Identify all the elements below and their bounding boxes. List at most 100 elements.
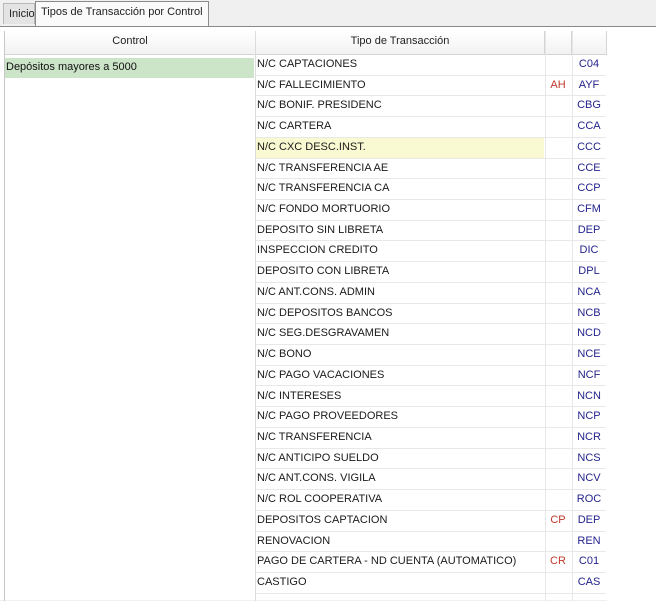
code-cell[interactable]: C01: [573, 552, 605, 572]
code-cell[interactable]: NCB: [573, 304, 605, 324]
flag-cell[interactable]: [545, 179, 571, 199]
tipo-cell[interactable]: PAGO DE CARTERA - ND CUENTA (AUTOMATICO): [256, 552, 544, 572]
tipo-cell[interactable]: N/C CAPTACIONES: [256, 55, 544, 75]
flag-cell[interactable]: [545, 241, 571, 261]
table-row[interactable]: N/C TRANSFERENCIA AE CCE: [256, 159, 606, 180]
flag-cell[interactable]: [545, 117, 571, 137]
table-row[interactable]: RENOVACION REN: [256, 532, 606, 553]
code-cell[interactable]: NCA: [573, 283, 605, 303]
code-cell[interactable]: NCP: [573, 407, 605, 427]
table-row[interactable]: N/C ANT.CONS. ADMIN NCA: [256, 283, 606, 304]
tipo-cell[interactable]: RENOVACION: [256, 532, 544, 552]
flag-cell[interactable]: [545, 304, 571, 324]
table-row[interactable]: N/C FONDO MORTUORIO CFM: [256, 200, 606, 221]
code-cell[interactable]: CCA: [573, 117, 605, 137]
table-row[interactable]: N/C SEG.DESGRAVAMEN NCD: [256, 324, 606, 346]
table-row[interactable]: N/C ROL COOPERATIVA ROC: [256, 490, 606, 511]
flag-cell[interactable]: [545, 532, 571, 552]
flag-cell[interactable]: [545, 262, 571, 282]
code-cell[interactable]: C04: [573, 55, 605, 75]
column-header-tipo[interactable]: Tipo de Transacción: [256, 31, 545, 55]
table-row[interactable]: N/C TRANSFERENCIA CA CCP: [256, 179, 606, 200]
flag-cell[interactable]: CP: [545, 511, 571, 531]
flag-cell[interactable]: [545, 159, 571, 179]
code-cell[interactable]: DEP: [573, 221, 605, 241]
tipo-cell[interactable]: N/C ANT.CONS. ADMIN: [256, 283, 544, 303]
flag-cell[interactable]: [545, 469, 571, 489]
code-cell[interactable]: CBG: [573, 96, 605, 116]
tipo-cell[interactable]: N/C SEG.DESGRAVAMEN: [256, 324, 544, 344]
tipo-cell[interactable]: N/C FONDO MORTUORIO: [256, 200, 544, 220]
tipo-cell[interactable]: N/C INTERESES: [256, 387, 544, 407]
table-row[interactable]: N/C CARTERA CCA: [256, 117, 606, 138]
tipo-cell[interactable]: N/C PAGO PROVEEDORES: [256, 407, 544, 427]
flag-cell[interactable]: [545, 490, 571, 510]
control-cell-selected[interactable]: Depósitos mayores a 5000: [5, 58, 254, 78]
tipo-cell[interactable]: N/C CARTERA: [256, 117, 544, 137]
flag-cell[interactable]: [545, 428, 571, 448]
code-cell[interactable]: NCS: [573, 449, 605, 469]
table-row[interactable]: N/C PAGO VACACIONES NCF: [256, 366, 606, 387]
tipo-cell[interactable]: DEPOSITO CON LIBRETA: [256, 262, 544, 282]
flag-cell[interactable]: [545, 138, 571, 158]
tipo-cell[interactable]: N/C CXC DESC.INST.: [256, 137, 544, 158]
table-row[interactable]: N/C ANTICIPO SUELDO NCS: [256, 449, 606, 470]
table-row[interactable]: N/C BONIF. PRESIDENC CBG: [256, 96, 606, 118]
flag-cell[interactable]: [545, 221, 571, 241]
table-row[interactable]: N/C CAPTACIONES C04: [256, 55, 606, 76]
tipo-cell[interactable]: N/C DEPOSITOS BANCOS: [256, 304, 544, 324]
code-cell[interactable]: NCN: [573, 387, 605, 407]
tipo-cell[interactable]: N/C TRANSFERENCIA: [256, 428, 544, 448]
table-row[interactable]: N/C INTERESES NCN: [256, 387, 606, 408]
column-header-flag[interactable]: [545, 31, 572, 55]
code-cell[interactable]: CFM: [573, 200, 605, 220]
tipo-cell[interactable]: N/C TRANSFERENCIA AE: [256, 159, 544, 179]
tipo-cell[interactable]: N/C ANTICIPO SUELDO: [256, 449, 544, 469]
tipo-cell[interactable]: N/C ROL COOPERATIVA: [256, 490, 544, 510]
tipo-cell[interactable]: N/C BONO: [256, 345, 544, 365]
code-cell[interactable]: NCV: [573, 469, 605, 489]
column-header-control[interactable]: Control: [5, 31, 256, 55]
code-cell[interactable]: CCC: [573, 138, 605, 158]
flag-cell[interactable]: [545, 324, 571, 344]
tab-inicio[interactable]: Inicio: [3, 3, 35, 24]
column-header-code[interactable]: [572, 31, 607, 55]
code-cell[interactable]: NCE: [573, 345, 605, 365]
flag-cell[interactable]: AH: [545, 76, 571, 96]
table-row[interactable]: CASTIGO CAS: [256, 573, 606, 594]
code-cell[interactable]: ROC: [573, 490, 605, 510]
flag-cell[interactable]: [545, 283, 571, 303]
table-row[interactable]: N/C FALLECIMIENTO AH AYF: [256, 76, 606, 97]
flag-cell[interactable]: [545, 387, 571, 407]
code-cell[interactable]: NCR: [573, 428, 605, 448]
code-cell[interactable]: REN: [573, 532, 605, 552]
flag-cell[interactable]: [545, 407, 571, 427]
tipo-cell[interactable]: INSPECCION CREDITO: [256, 241, 544, 261]
code-cell[interactable]: DPL: [573, 262, 605, 282]
table-row[interactable]: INSPECCION CREDITO DIC: [256, 241, 606, 263]
tipo-cell[interactable]: N/C ANT.CONS. VIGILA: [256, 469, 544, 489]
table-row[interactable]: PAGO DE CARTERA - ND CUENTA (AUTOMATICO)…: [256, 552, 606, 573]
flag-cell[interactable]: [545, 449, 571, 469]
code-cell[interactable]: NCD: [573, 324, 605, 344]
table-row[interactable]: DEPOSITO SIN LIBRETA DEP: [256, 221, 606, 242]
table-row[interactable]: N/C BONO NCE: [256, 345, 606, 366]
code-cell[interactable]: CAS: [573, 573, 605, 593]
code-cell[interactable]: CCP: [573, 179, 605, 199]
flag-cell[interactable]: CR: [545, 552, 571, 572]
table-row[interactable]: DEPOSITO CON LIBRETA DPL: [256, 262, 606, 283]
table-row[interactable]: N/C ANT.CONS. VIGILA NCV: [256, 469, 606, 491]
tipo-cell[interactable]: DEPOSITOS CAPTACION: [256, 511, 544, 531]
flag-cell[interactable]: [545, 55, 571, 75]
tipo-cell[interactable]: N/C PAGO VACACIONES: [256, 366, 544, 386]
tipo-cell[interactable]: DEPOSITO SIN LIBRETA: [256, 221, 544, 241]
flag-cell[interactable]: [545, 96, 571, 116]
tipo-cell[interactable]: N/C BONIF. PRESIDENC: [256, 96, 544, 116]
code-cell[interactable]: CCE: [573, 159, 605, 179]
table-row[interactable]: N/C CXC DESC.INST. CCC: [256, 137, 606, 159]
code-cell[interactable]: AYF: [573, 76, 605, 96]
flag-cell[interactable]: [545, 200, 571, 220]
tab-tipos-transaccion[interactable]: Tipos de Transacción por Control: [35, 1, 209, 27]
code-cell[interactable]: DEP: [573, 511, 605, 531]
table-row[interactable]: N/C DEPOSITOS BANCOS NCB: [256, 304, 606, 325]
